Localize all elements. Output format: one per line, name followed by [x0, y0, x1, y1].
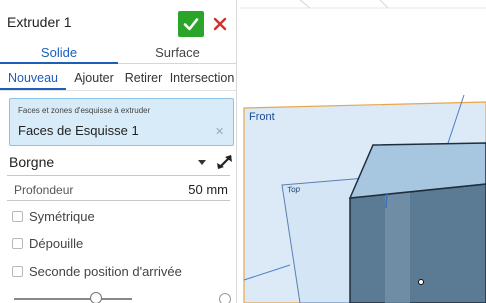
divider [7, 200, 230, 201]
divider [7, 175, 230, 176]
help-icon[interactable] [219, 293, 231, 303]
second-end-checkbox[interactable] [12, 266, 23, 277]
scene-edge [379, 0, 389, 9]
caret-down-icon [198, 160, 206, 165]
end-type-dropdown[interactable]: Borgne [7, 151, 212, 173]
slider-handle[interactable] [90, 292, 102, 303]
draft-label: Dépouille [29, 236, 84, 251]
top-plane-label: Top [286, 184, 301, 195]
dialog-header: Extruder 1 [0, 0, 237, 40]
flip-direction-icon[interactable] [215, 152, 235, 172]
tab-new[interactable]: Nouveau [0, 66, 66, 90]
divider [0, 90, 237, 91]
symmetric-label: Symétrique [29, 209, 95, 224]
tab-add[interactable]: Ajouter [69, 66, 119, 90]
origin-point[interactable] [418, 279, 424, 285]
clear-selection-icon[interactable]: ✕ [215, 125, 224, 138]
slider-track [14, 298, 132, 300]
tab-solid[interactable]: Solide [0, 40, 118, 64]
depth-input[interactable]: 50 mm [150, 182, 228, 197]
tab-intersection[interactable]: Intersection [167, 66, 237, 90]
check-icon [183, 18, 199, 31]
faces-selection-value: Faces de Esquisse 1 [18, 123, 139, 138]
faces-selection-caption: Faces et zones d'esquisse à extruder [18, 106, 151, 115]
draft-checkbox[interactable] [12, 238, 23, 249]
extrude-feature-dialog: Extruder 1 Solide Surface Nouveau Ajoute… [0, 0, 237, 303]
scene-edge [299, 0, 311, 9]
faces-selection-field[interactable]: Faces et zones d'esquisse à extruder Fac… [9, 98, 234, 146]
close-icon [213, 17, 227, 31]
end-type-value: Borgne [9, 154, 55, 170]
dialog-title: Extruder 1 [7, 14, 72, 30]
tab-surface[interactable]: Surface [118, 40, 237, 64]
accept-button[interactable] [178, 11, 204, 37]
dialog-slider[interactable] [14, 292, 132, 303]
symmetric-checkbox[interactable] [12, 211, 23, 222]
second-end-label: Seconde position d'arrivée [29, 264, 182, 279]
depth-label: Profondeur [14, 183, 74, 197]
tab-remove[interactable]: Retirer [120, 66, 167, 90]
axis-marker [385, 192, 388, 209]
face-highlight [385, 192, 410, 303]
front-plane-label: Front [249, 111, 275, 123]
cancel-button[interactable] [209, 11, 231, 37]
extruded-body-front-face[interactable] [349, 183, 486, 303]
